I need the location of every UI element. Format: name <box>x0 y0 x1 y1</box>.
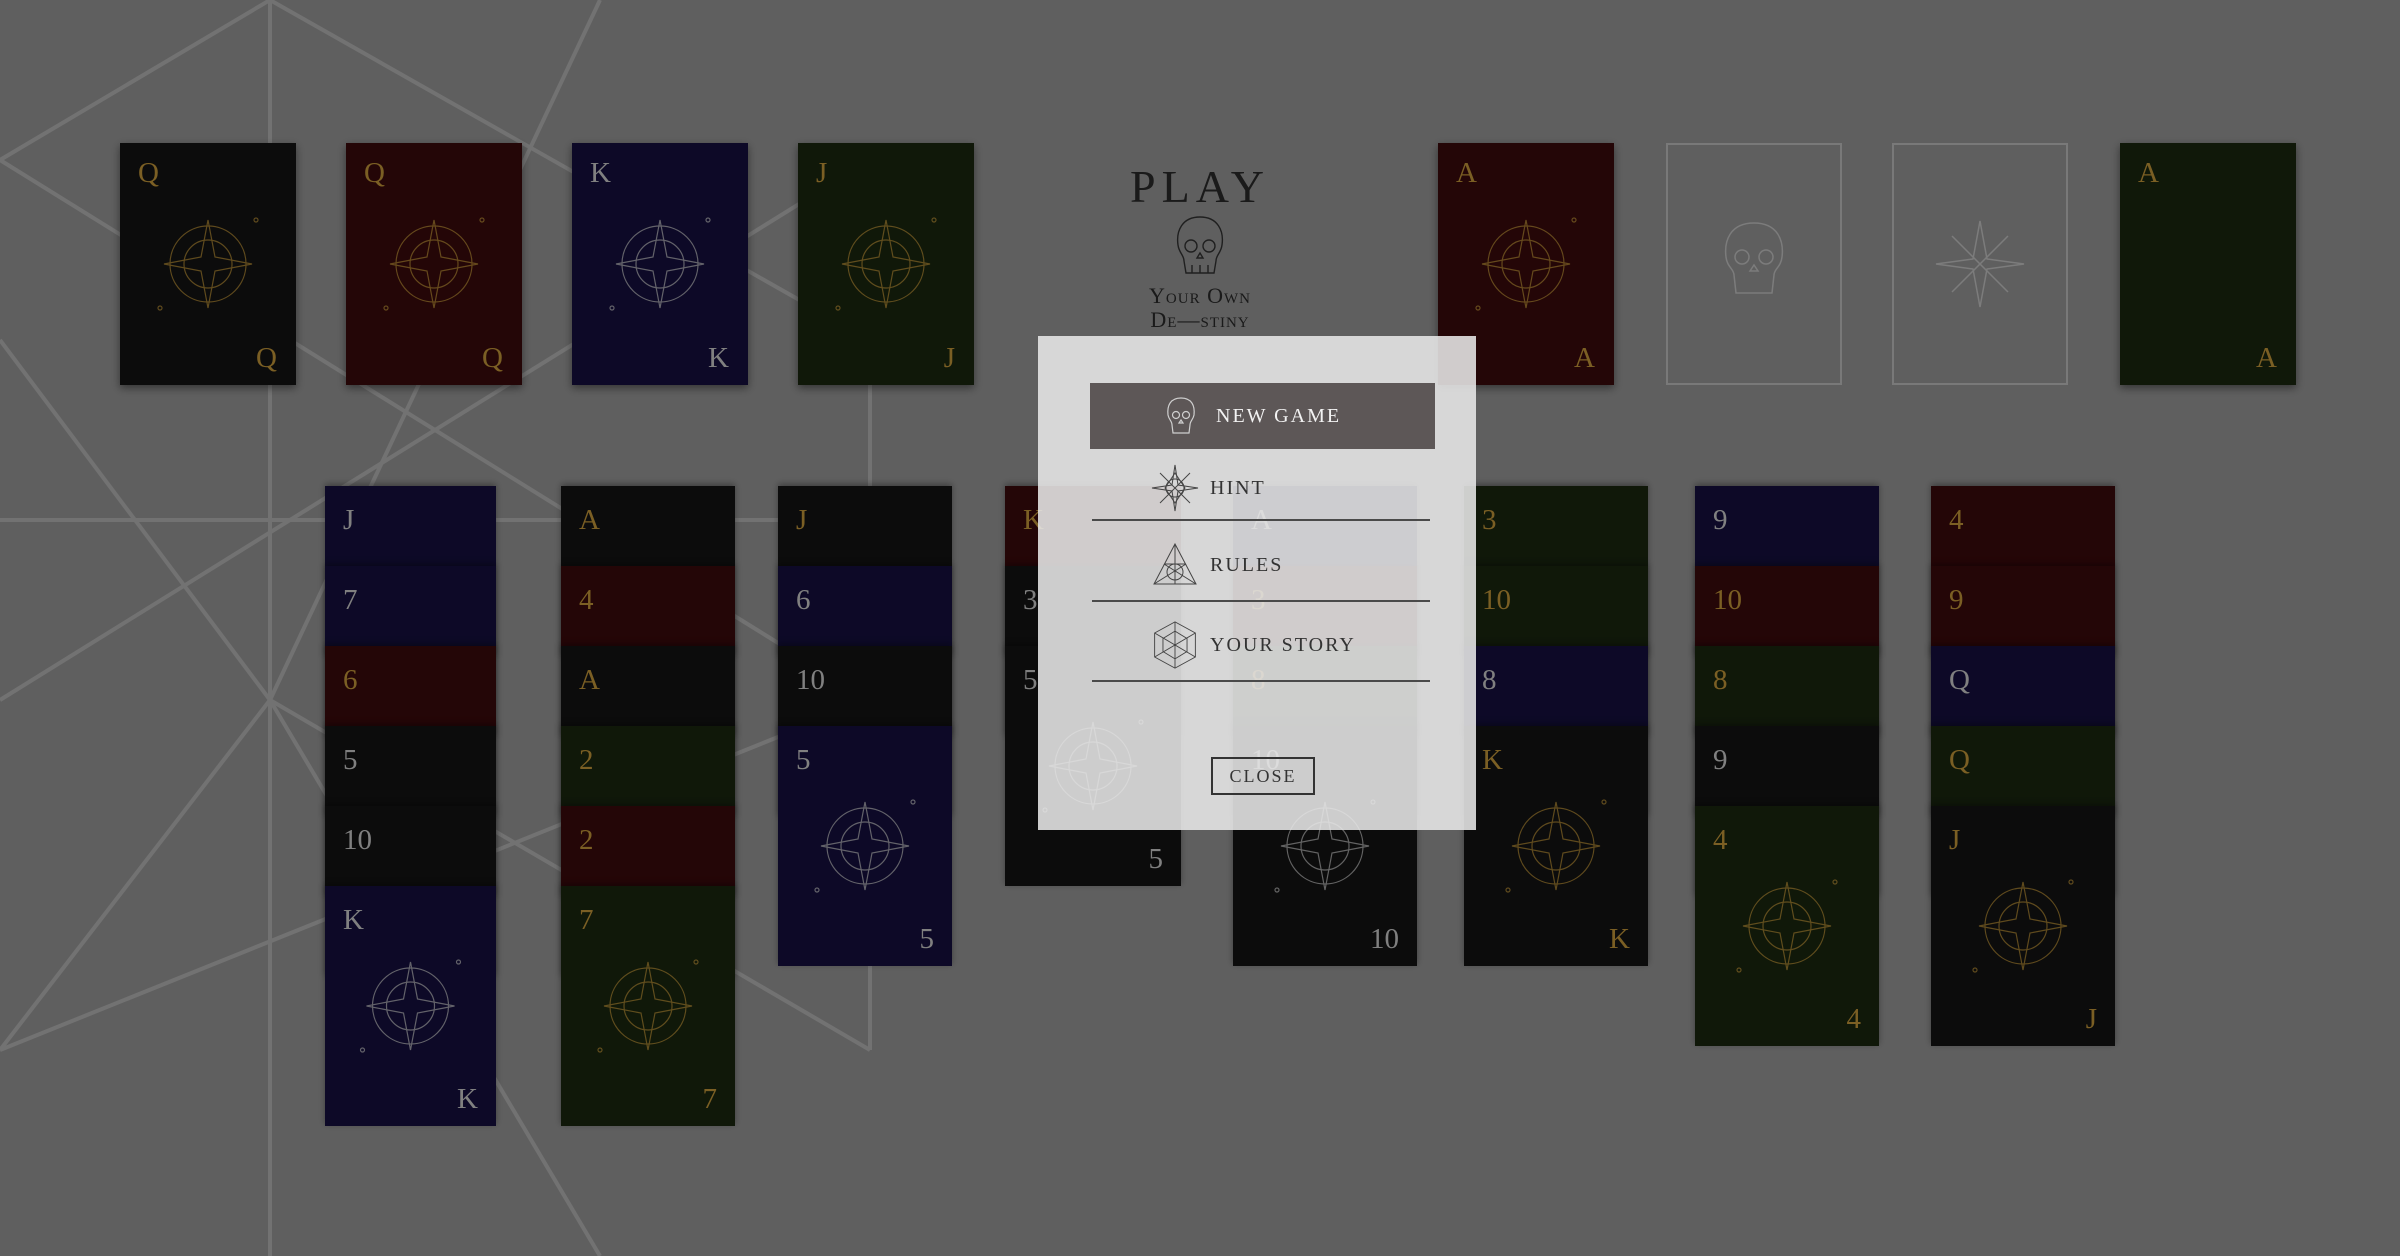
pyramid-icon <box>1150 540 1200 590</box>
your-story-label: YOUR STORY <box>1210 633 1356 656</box>
hint-button[interactable]: HINT <box>1092 457 1430 521</box>
new-game-button[interactable]: NEW GAME <box>1090 383 1435 449</box>
new-game-label: NEW GAME <box>1216 404 1342 427</box>
rules-button[interactable]: RULES <box>1092 530 1430 602</box>
your-story-button[interactable]: YOUR STORY <box>1092 610 1430 682</box>
rules-label: RULES <box>1210 553 1284 576</box>
game-menu-modal: NEW GAME HINT RULES YOUR STORY CLOSE <box>1038 336 1476 830</box>
hint-label: HINT <box>1210 476 1266 499</box>
compass-star-icon <box>1150 463 1200 513</box>
skull-icon <box>1156 391 1206 441</box>
close-button[interactable]: CLOSE <box>1211 757 1315 795</box>
geometric-hexagon-icon <box>1150 620 1200 670</box>
